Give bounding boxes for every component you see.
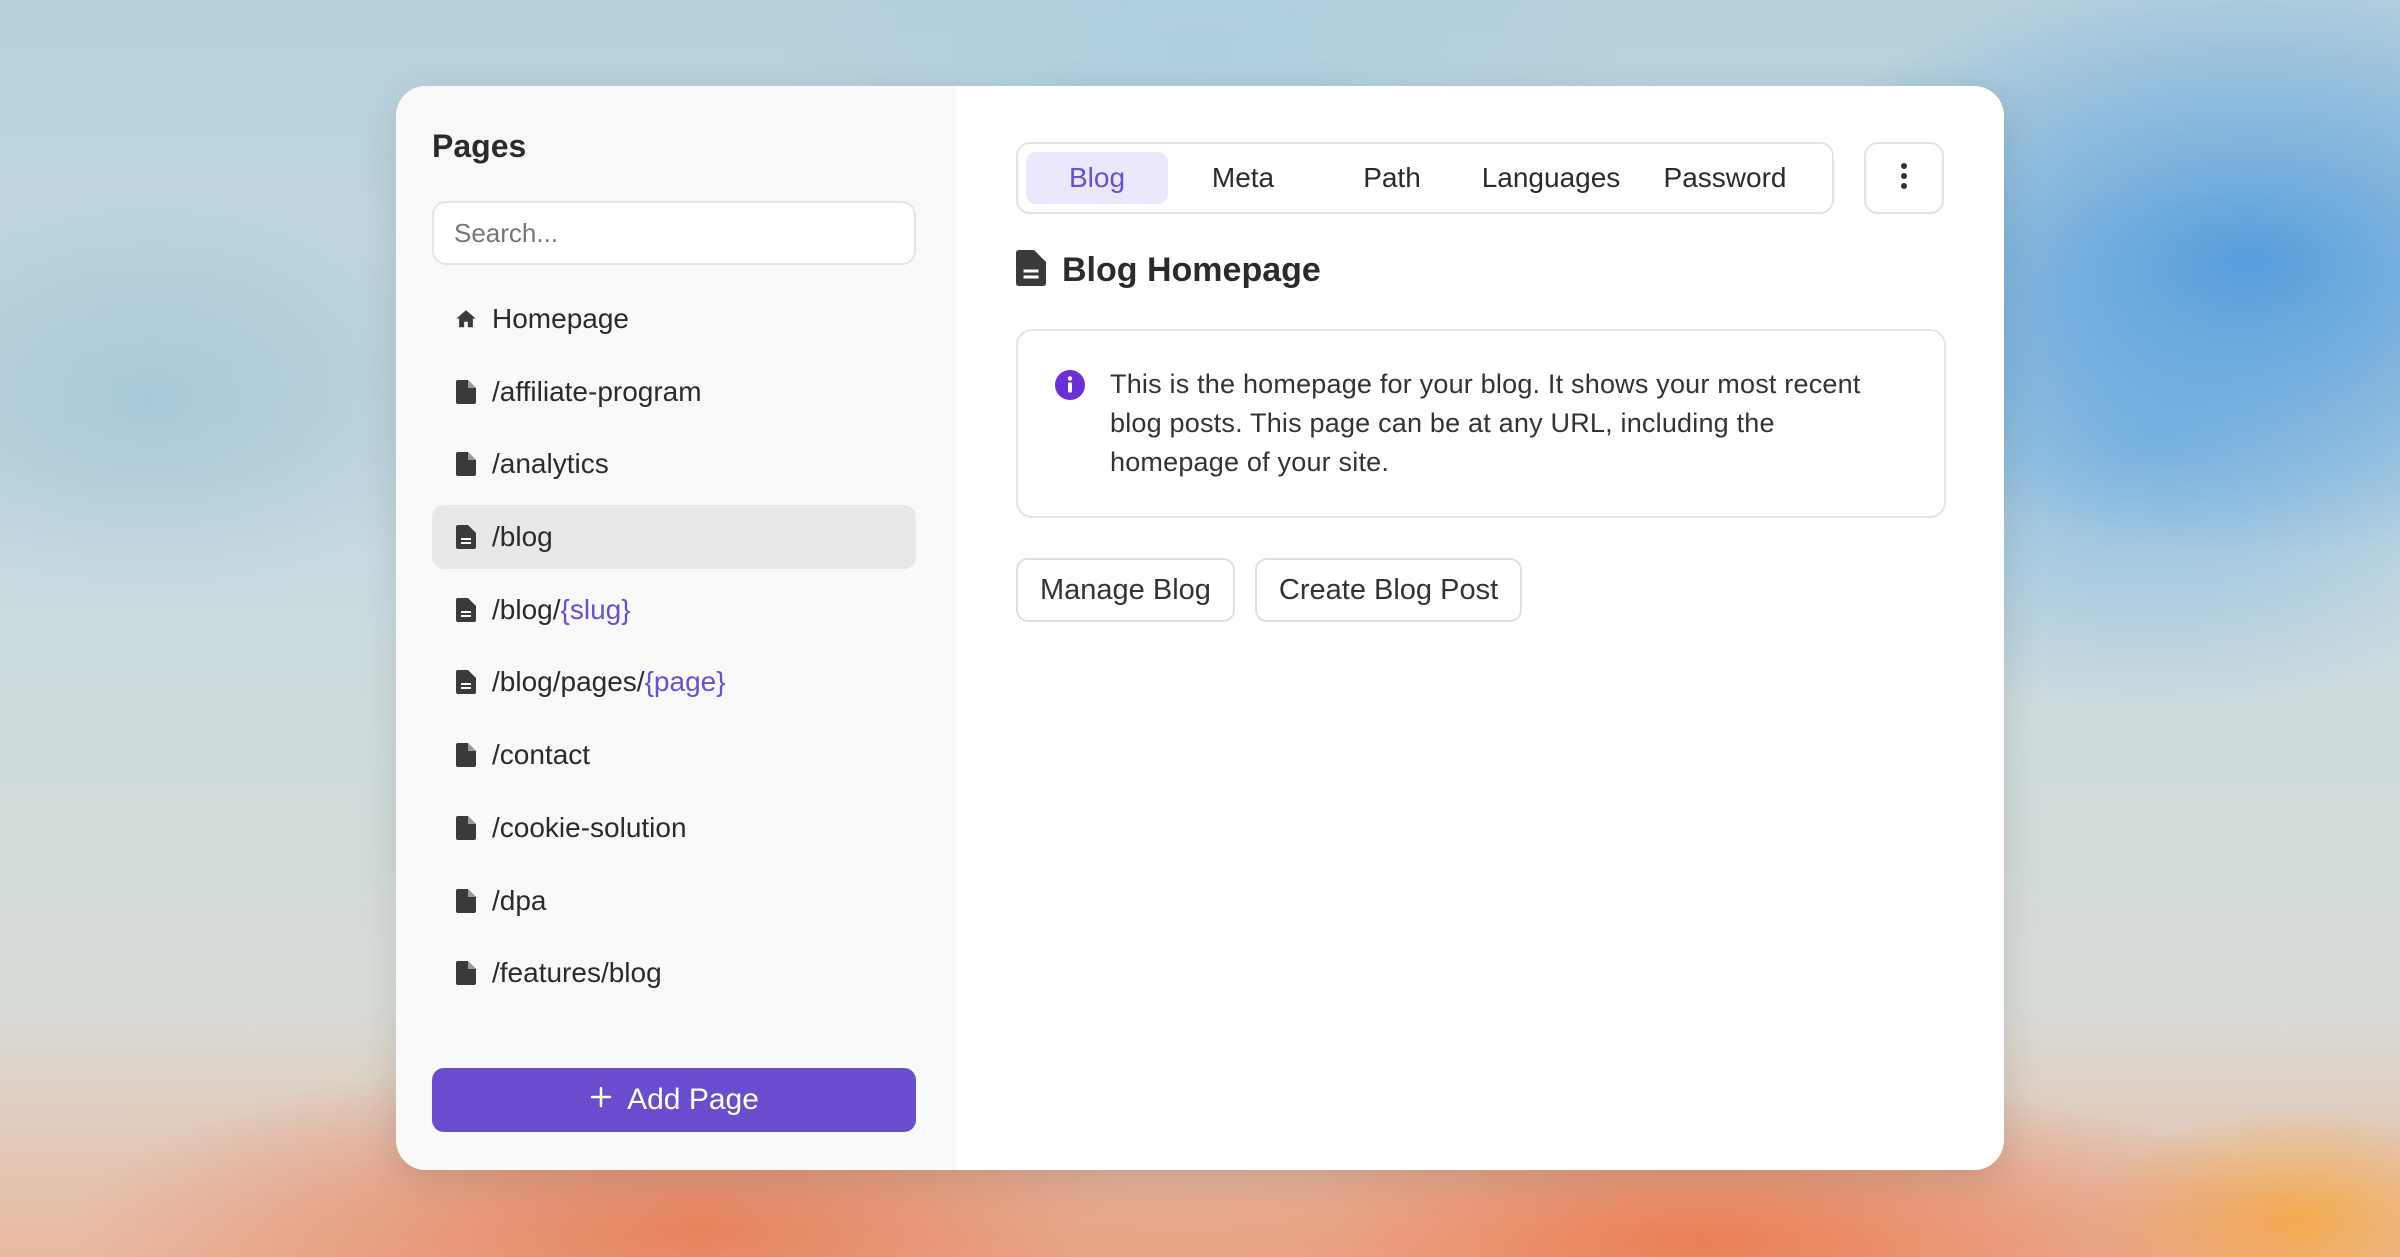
file-icon — [454, 815, 478, 840]
file-text-icon — [454, 525, 478, 550]
app-window: Pages Homepage /affiliate-program /analy… — [396, 86, 2004, 1170]
file-text-icon — [454, 597, 478, 622]
file-text-icon — [1016, 250, 1046, 291]
sidebar-item-label: /contact — [492, 739, 591, 771]
action-buttons: Manage Blog Create Blog Post — [1016, 558, 1946, 622]
sidebar-item-label: /analytics — [492, 448, 609, 480]
sidebar-item-label: /blog/pages/ — [492, 666, 645, 698]
sidebar: Pages Homepage /affiliate-program /analy… — [396, 86, 956, 1170]
manage-blog-button[interactable]: Manage Blog — [1016, 558, 1235, 622]
tab-password[interactable]: Password — [1636, 152, 1814, 204]
sidebar-item-analytics[interactable]: /analytics — [432, 432, 916, 496]
sidebar-item-label: Homepage — [492, 303, 629, 334]
sidebar-item-blog-slug[interactable]: /blog/{slug} — [432, 578, 916, 642]
page-list: Homepage /affiliate-program /analytics /… — [432, 287, 920, 1005]
sidebar-item-label: /affiliate-program — [492, 375, 702, 407]
more-vertical-icon — [1900, 162, 1908, 195]
page-heading-row: Blog Homepage — [1016, 250, 1946, 291]
add-page-label: Add Page — [627, 1083, 759, 1116]
info-icon — [1054, 369, 1086, 482]
search-input[interactable] — [432, 201, 916, 265]
info-box: This is the homepage for your blog. It s… — [1016, 329, 1946, 518]
sidebar-item-affiliate-program[interactable]: /affiliate-program — [432, 360, 916, 424]
file-icon — [454, 743, 478, 768]
sidebar-item-label: /dpa — [492, 884, 547, 916]
sidebar-item-label: /blog/ — [492, 593, 561, 625]
tab-path[interactable]: Path — [1318, 152, 1466, 204]
add-page-button[interactable]: Add Page — [432, 1068, 916, 1132]
route-param: {slug} — [560, 593, 631, 625]
file-icon — [454, 452, 478, 477]
sidebar-item-label: /blog — [492, 521, 553, 553]
tab-languages[interactable]: Languages — [1466, 152, 1636, 204]
main-panel: Blog Meta Path Languages Password Blog H… — [956, 86, 2004, 1170]
sidebar-item-cookie-solution[interactable]: /cookie-solution — [432, 796, 916, 860]
tab-bar: Blog Meta Path Languages Password — [1016, 142, 1834, 214]
tab-blog[interactable]: Blog — [1026, 152, 1168, 204]
sidebar-item-contact[interactable]: /contact — [432, 723, 916, 787]
home-icon — [454, 307, 478, 331]
sidebar-title: Pages — [432, 128, 527, 164]
sidebar-item-blog[interactable]: /blog — [432, 505, 916, 570]
more-options-button[interactable] — [1864, 142, 1944, 214]
sidebar-item-label: /features/blog — [492, 957, 662, 989]
file-text-icon — [454, 670, 478, 695]
info-text: This is the homepage for your blog. It s… — [1110, 369, 1861, 477]
plus-icon — [589, 1083, 613, 1117]
sidebar-item-homepage[interactable]: Homepage — [432, 287, 916, 351]
sidebar-item-features-blog[interactable]: /features/blog — [432, 941, 916, 1005]
file-icon — [454, 379, 478, 404]
sidebar-item-label: /cookie-solution — [492, 811, 687, 843]
file-icon — [454, 961, 478, 986]
create-blog-post-button[interactable]: Create Blog Post — [1254, 558, 1523, 622]
route-param: {page} — [644, 666, 726, 698]
page-title: Blog Homepage — [1062, 251, 1321, 289]
sidebar-item-dpa[interactable]: /dpa — [432, 869, 916, 933]
tabs-row: Blog Meta Path Languages Password — [1016, 142, 1946, 214]
file-icon — [454, 888, 478, 913]
sidebar-item-blog-pages-page[interactable]: /blog/pages/{page} — [432, 650, 916, 714]
tab-meta[interactable]: Meta — [1168, 152, 1318, 204]
